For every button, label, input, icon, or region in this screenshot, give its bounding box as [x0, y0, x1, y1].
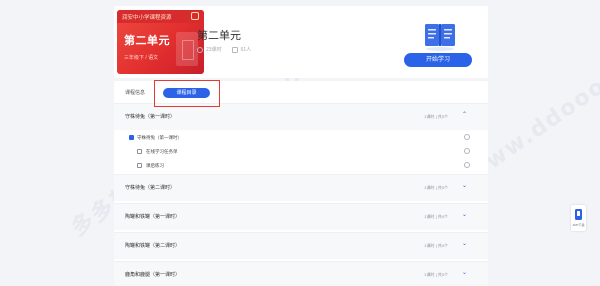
- lesson-status-radio: [464, 162, 470, 168]
- section-title: 鹿角和鹿腿（第一课时）: [125, 272, 181, 278]
- section-title: 陶罐和铁罐（第一课时）: [125, 214, 181, 220]
- user-icon: [231, 46, 238, 53]
- section-meta: 1课时 | 共4个: [424, 214, 448, 219]
- annotation-highlight-box: [154, 80, 220, 107]
- tab-course-intro[interactable]: 课程信息: [125, 89, 145, 96]
- cover-subtitle: 三年级下 / 语文: [124, 55, 159, 61]
- cover-brand-text: 润安中小学课程资源: [122, 15, 172, 21]
- section-title: 守株待兔（第一课时）: [125, 114, 176, 120]
- open-book-icon: [425, 24, 455, 51]
- lesson-label: 课后练习: [146, 163, 164, 168]
- section-meta: 1课时 | 共3个: [424, 185, 448, 190]
- app-download-badge[interactable]: APP下载: [571, 205, 586, 231]
- course-header-card: 润安中小学课程资源 第二单元 三年级下 / 语文 第二单元 23课时 61人 开…: [114, 6, 488, 78]
- chevron-down-icon[interactable]: ⌄: [462, 241, 468, 247]
- lesson-checkbox[interactable]: [129, 135, 134, 140]
- section-meta: 1课时 | 共3个: [424, 114, 448, 119]
- app-download-label: APP下载: [572, 223, 585, 227]
- course-cover-image: 润安中小学课程资源 第二单元 三年级下 / 语文: [117, 10, 204, 74]
- catalog-section: 陶罐和铁罐（第二课时） 1课时 | 共4个 ⌄: [114, 232, 488, 259]
- section-header[interactable]: 陶罐和铁罐（第一课时） 1课时 | 共4个 ⌄: [114, 204, 488, 230]
- lesson-label: 守株待兔（第一课时）: [137, 135, 182, 140]
- course-stats: 23课时 61人: [197, 46, 251, 53]
- section-header[interactable]: 守株待兔（第二课时） 1课时 | 共3个 ⌄: [114, 175, 488, 201]
- lesson-status-radio: [464, 134, 470, 140]
- lesson-row[interactable]: 在线学习任务单: [114, 145, 488, 159]
- lesson-doc-icon: [137, 163, 142, 168]
- cover-title: 第二单元: [124, 35, 170, 47]
- section-title: 陶罐和铁罐（第二课时）: [125, 243, 181, 249]
- stat-lessons: 23课时: [197, 46, 222, 53]
- unit-title: 第二单元: [197, 30, 241, 42]
- phone-icon: [575, 209, 582, 220]
- catalog-section: 守株待兔（第一课时） 1课时 | 共3个 ⌃ 守株待兔（第一课时） 在线学习任务…: [114, 103, 488, 173]
- clock-icon: [197, 46, 203, 53]
- lesson-label: 在线学习任务单: [146, 149, 178, 154]
- section-title: 守株待兔（第二课时）: [125, 185, 176, 191]
- lesson-doc-icon: [137, 149, 142, 154]
- chevron-up-icon[interactable]: ⌃: [462, 112, 468, 118]
- section-header[interactable]: 鹿角和鹿腿（第一课时） 1课时 | 共3个 ⌄: [114, 262, 488, 286]
- lesson-status-radio: [464, 148, 470, 154]
- chevron-down-icon[interactable]: ⌄: [462, 183, 468, 189]
- course-catalog-card: 课程信息 课程目录 守株待兔（第一课时） 1课时 | 共3个 ⌃ 守株待兔（第一…: [114, 81, 488, 286]
- lesson-row[interactable]: 守株待兔（第一课时）: [114, 131, 488, 145]
- catalog-section: 陶罐和铁罐（第一课时） 1课时 | 共4个 ⌄: [114, 203, 488, 230]
- chevron-down-icon[interactable]: ⌄: [462, 212, 468, 218]
- section-meta: 1课时 | 共4个: [424, 243, 448, 248]
- section-header[interactable]: 陶罐和铁罐（第二课时） 1课时 | 共4个 ⌄: [114, 233, 488, 259]
- catalog-section: 守株待兔（第二课时） 1课时 | 共3个 ⌄: [114, 174, 488, 201]
- stat-learners-text: 61人: [240, 47, 252, 53]
- catalog-section: 鹿角和鹿腿（第一课时） 1课时 | 共3个 ⌄: [114, 261, 488, 286]
- stat-learners: 61人: [231, 46, 252, 53]
- section-meta: 1课时 | 共3个: [424, 272, 448, 277]
- start-learning-button[interactable]: 开始学习: [404, 53, 472, 67]
- lesson-row[interactable]: 课后练习: [114, 159, 488, 173]
- section-header[interactable]: 守株待兔（第一课时） 1课时 | 共3个 ⌃: [114, 104, 488, 130]
- cover-badge-icon: [191, 12, 199, 20]
- cover-illustration: [176, 32, 198, 66]
- chevron-down-icon[interactable]: ⌄: [462, 270, 468, 276]
- stat-lessons-text: 23课时: [206, 47, 222, 53]
